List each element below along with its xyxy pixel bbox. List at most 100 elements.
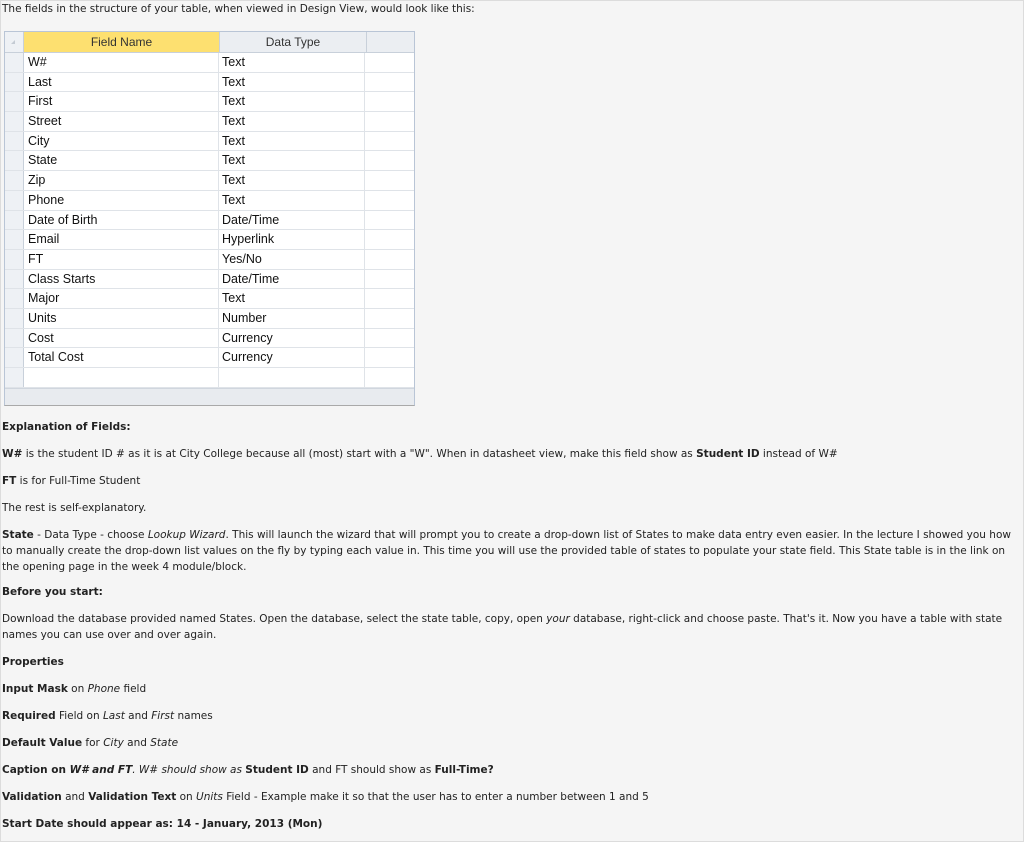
table-row[interactable]: First Text [5,92,414,113]
ft-explanation: FT is for Full-Time Student [2,475,141,487]
data-type-cell[interactable]: Text [219,92,365,112]
table-row[interactable] [5,368,414,388]
select-all-corner[interactable] [5,32,24,52]
data-type-cell[interactable]: Text [219,72,365,92]
data-type-cell[interactable]: Text [219,171,365,190]
description-cell[interactable] [365,250,414,269]
field-name-cell[interactable]: Email [24,230,219,249]
description-cell[interactable] [365,289,414,308]
row-selector[interactable] [5,368,24,387]
data-type-cell[interactable]: Text [219,131,365,151]
table-row[interactable]: Cost Currency [5,328,414,349]
field-name-cell[interactable]: W# [24,53,219,72]
description-cell[interactable] [365,92,414,111]
row-selector[interactable] [5,249,24,269]
table-header: Field Name Data Type [5,32,414,53]
field-name-cell[interactable]: Class Starts [24,269,219,289]
data-type-cell[interactable]: Date/Time [219,269,365,289]
data-type-cell[interactable] [219,368,365,387]
field-name-cell[interactable]: Last [24,72,219,92]
field-name-cell[interactable] [24,368,219,387]
description-cell[interactable] [365,53,414,72]
caption-line: Caption on W# and FT. W# should show as … [2,764,494,776]
field-name-cell[interactable]: State [24,151,219,171]
field-name-cell[interactable]: Major [24,289,219,308]
table-row[interactable]: Zip Text [5,171,414,191]
data-type-cell[interactable]: Currency [219,348,365,367]
row-selector[interactable] [5,210,24,230]
table-row[interactable]: Phone Text [5,190,414,211]
description-cell[interactable] [365,211,414,230]
explanation-heading: Explanation of Fields: [2,421,131,433]
table-row[interactable]: W# Text [5,53,414,73]
row-selector[interactable] [5,190,24,210]
row-selector[interactable] [5,151,24,171]
table-row[interactable]: Total Cost Currency [5,348,414,368]
table-row[interactable]: Last Text [5,72,414,93]
table-row[interactable]: Email Hyperlink [5,230,414,250]
field-name-cell[interactable]: Total Cost [24,348,219,367]
table-row[interactable]: City Text [5,131,414,152]
table-row[interactable]: State Text [5,151,414,172]
row-selector[interactable] [5,53,24,72]
row-selector[interactable] [5,289,24,308]
description-cell[interactable] [365,329,414,348]
rest-explanation: The rest is self-explanatory. [2,502,147,514]
column-header-data-type[interactable]: Data Type [220,32,367,52]
row-selector[interactable] [5,171,24,190]
properties-heading: Properties [2,656,64,668]
description-cell[interactable] [365,230,414,249]
table-row[interactable]: Units Number [5,308,414,329]
data-type-cell[interactable]: Text [219,53,365,72]
row-selector[interactable] [5,72,24,92]
field-name-cell[interactable]: Street [24,112,219,131]
data-type-cell[interactable]: Text [219,151,365,171]
field-name-cell[interactable]: Cost [24,328,219,348]
description-cell[interactable] [365,171,414,190]
row-selector[interactable] [5,131,24,151]
row-selector[interactable] [5,230,24,249]
row-selector[interactable] [5,269,24,289]
data-type-cell[interactable]: Date/Time [219,210,365,230]
description-cell[interactable] [365,112,414,131]
column-header-description[interactable] [367,32,414,52]
description-cell[interactable] [365,132,414,151]
table-body: W# Text Last Text First Text Street Text City Tex… [5,53,414,405]
description-cell[interactable] [365,309,414,328]
description-cell[interactable] [365,368,414,387]
description-cell[interactable] [365,151,414,170]
field-name-cell[interactable]: Phone [24,190,219,210]
design-view-table: Field Name Data Type W# Text Last Text First… [4,31,415,406]
table-row[interactable]: Major Text [5,289,414,309]
column-header-field-name[interactable]: Field Name [24,32,220,52]
table-row[interactable]: FT Yes/No [5,249,414,270]
data-type-cell[interactable]: Text [219,112,365,131]
table-row[interactable]: Class Starts Date/Time [5,269,414,290]
row-selector[interactable] [5,92,24,112]
row-selector[interactable] [5,328,24,348]
intro-text: The fields in the structure of your tabl… [2,3,475,15]
description-cell[interactable] [365,270,414,289]
description-cell[interactable] [365,348,414,367]
data-type-cell[interactable]: Currency [219,328,365,348]
field-name-cell[interactable]: City [24,131,219,151]
row-selector[interactable] [5,348,24,367]
description-cell[interactable] [365,191,414,210]
data-type-cell[interactable]: Text [219,289,365,308]
table-row[interactable]: Street Text [5,112,414,132]
required-line: Required Field on Last and First names [2,710,213,722]
table-row[interactable]: Date of Birth Date/Time [5,210,414,231]
data-type-cell[interactable]: Text [219,190,365,210]
row-selector[interactable] [5,112,24,131]
field-name-cell[interactable]: Date of Birth [24,210,219,230]
field-name-cell[interactable]: Units [24,308,219,328]
field-name-cell[interactable]: Zip [24,171,219,190]
table-footer [5,388,414,405]
data-type-cell[interactable]: Hyperlink [219,230,365,249]
field-name-cell[interactable]: First [24,92,219,112]
data-type-cell[interactable]: Number [219,308,365,328]
field-name-cell[interactable]: FT [24,249,219,269]
description-cell[interactable] [365,73,414,92]
data-type-cell[interactable]: Yes/No [219,249,365,269]
row-selector[interactable] [5,308,24,328]
